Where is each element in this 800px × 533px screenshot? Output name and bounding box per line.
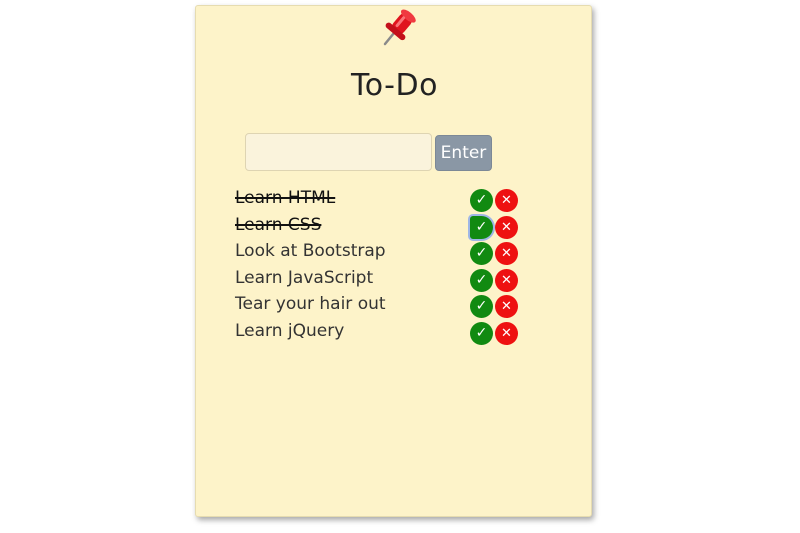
delete-button[interactable]: ✕ — [495, 242, 518, 266]
close-icon: ✕ — [501, 325, 512, 341]
complete-button[interactable]: ✓ — [470, 321, 493, 345]
complete-button[interactable]: ✓ — [470, 295, 493, 319]
todo-item: Learn JavaScript ✓ ✕ — [235, 267, 535, 294]
todo-item-label: Learn jQuery — [235, 320, 345, 341]
delete-button[interactable]: ✕ — [495, 321, 518, 345]
todo-item-label: Tear your hair out — [235, 294, 386, 315]
delete-button[interactable]: ✕ — [495, 268, 518, 292]
page-title: To-Do — [351, 68, 438, 103]
pushpin-icon — [383, 9, 416, 46]
todo-item: Learn HTML ✓ ✕ — [235, 187, 535, 214]
todo-item-label: Learn CSS — [235, 214, 322, 235]
complete-button[interactable]: ✓ — [470, 268, 493, 292]
complete-button[interactable]: ✓ — [470, 215, 493, 239]
check-icon: ✓ — [475, 245, 488, 262]
check-icon: ✓ — [475, 218, 488, 235]
close-icon: ✕ — [501, 246, 512, 262]
check-icon: ✓ — [475, 298, 488, 315]
complete-button[interactable]: ✓ — [470, 242, 493, 266]
delete-button[interactable]: ✕ — [495, 295, 518, 319]
todo-card: To-Do Enter Learn HTML ✓ ✕ Learn CSS ✓ ✕… — [195, 5, 592, 517]
delete-button[interactable]: ✕ — [495, 215, 518, 239]
check-icon: ✓ — [475, 324, 488, 341]
close-icon: ✕ — [501, 219, 512, 235]
todo-list: Learn HTML ✓ ✕ Learn CSS ✓ ✕ Look at Boo… — [235, 187, 535, 347]
delete-button[interactable]: ✕ — [495, 189, 518, 212]
todo-item: Learn CSS ✓ ✕ — [235, 214, 535, 241]
todo-item-label: Learn JavaScript — [235, 267, 374, 288]
close-icon: ✕ — [501, 193, 512, 208]
todo-item: Look at Bootstrap ✓ ✕ — [235, 240, 535, 267]
check-icon: ✓ — [475, 271, 488, 288]
close-icon: ✕ — [501, 272, 512, 288]
todo-item-label: Learn HTML — [235, 188, 336, 208]
page: To-Do Enter Learn HTML ✓ ✕ Learn CSS ✓ ✕… — [0, 0, 800, 533]
complete-button[interactable]: ✓ — [470, 189, 493, 212]
todo-item-label: Look at Bootstrap — [235, 241, 386, 262]
todo-item: Tear your hair out ✓ ✕ — [235, 293, 535, 320]
check-icon: ✓ — [475, 192, 488, 208]
close-icon: ✕ — [501, 299, 512, 315]
todo-input[interactable] — [245, 133, 432, 171]
enter-button[interactable]: Enter — [435, 135, 492, 171]
todo-item: Learn jQuery ✓ ✕ — [235, 320, 535, 347]
